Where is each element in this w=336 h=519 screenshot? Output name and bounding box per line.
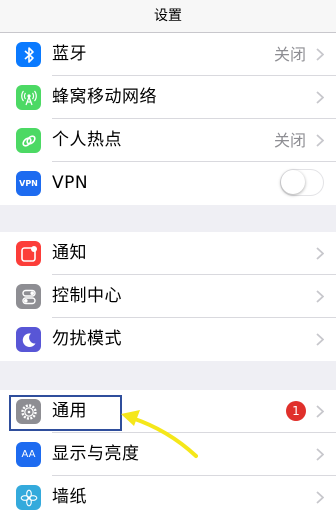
moon-icon xyxy=(16,327,41,352)
chevron-right-icon xyxy=(316,491,324,504)
cellular-antenna-icon xyxy=(16,85,41,110)
chevron-right-icon xyxy=(316,290,324,303)
highlight-box xyxy=(9,395,122,431)
settings-group-system: 通知 控制中心 勿扰模式 xyxy=(0,232,336,361)
text-size-icon: AA xyxy=(16,442,41,467)
hotspot-link-icon xyxy=(16,128,41,153)
row-control-center[interactable]: 控制中心 xyxy=(0,275,336,318)
row-control-center-label: 控制中心 xyxy=(52,286,122,306)
chevron-right-icon xyxy=(316,134,324,147)
toggle-knob xyxy=(281,170,305,194)
control-center-icon xyxy=(16,284,41,309)
flower-icon xyxy=(16,485,41,510)
chevron-right-icon xyxy=(316,333,324,346)
nav-bar: 设置 xyxy=(0,0,336,33)
row-hotspot[interactable]: 个人热点 关闭 xyxy=(0,119,336,162)
notification-badge: 1 xyxy=(286,401,306,421)
row-wallpaper-label: 墙纸 xyxy=(52,487,87,507)
row-vpn-label: VPN xyxy=(52,173,89,193)
row-bluetooth[interactable]: 蓝牙 关闭 xyxy=(0,33,336,76)
settings-group-connectivity: 蓝牙 关闭 蜂窝移动网络 个人热点 关闭 VPN VPN xyxy=(0,33,336,205)
chevron-right-icon xyxy=(316,48,324,61)
row-cellular[interactable]: 蜂窝移动网络 xyxy=(0,76,336,119)
row-do-not-disturb[interactable]: 勿扰模式 xyxy=(0,318,336,361)
chevron-right-icon xyxy=(316,247,324,260)
chevron-right-icon xyxy=(316,448,324,461)
pointer-arrow-icon xyxy=(121,410,198,458)
text-size-icon-text: AA xyxy=(21,449,36,460)
row-wallpaper[interactable]: 墙纸 xyxy=(0,476,336,519)
bluetooth-icon xyxy=(16,42,41,67)
row-vpn: VPN VPN xyxy=(0,162,336,205)
vpn-icon: VPN xyxy=(16,171,41,196)
notifications-icon xyxy=(16,241,41,266)
row-do-not-disturb-label: 勿扰模式 xyxy=(52,329,122,349)
vpn-icon-text: VPN xyxy=(19,179,38,188)
row-hotspot-label: 个人热点 xyxy=(52,130,122,150)
row-cellular-label: 蜂窝移动网络 xyxy=(52,87,157,107)
row-notifications-label: 通知 xyxy=(52,243,87,263)
page-title: 设置 xyxy=(154,8,182,24)
row-hotspot-value: 关闭 xyxy=(273,131,306,150)
chevron-right-icon xyxy=(316,91,324,104)
row-bluetooth-label: 蓝牙 xyxy=(52,44,87,64)
row-bluetooth-value: 关闭 xyxy=(273,45,306,64)
chevron-right-icon xyxy=(316,405,324,418)
vpn-toggle[interactable] xyxy=(280,169,324,196)
row-notifications[interactable]: 通知 xyxy=(0,232,336,275)
